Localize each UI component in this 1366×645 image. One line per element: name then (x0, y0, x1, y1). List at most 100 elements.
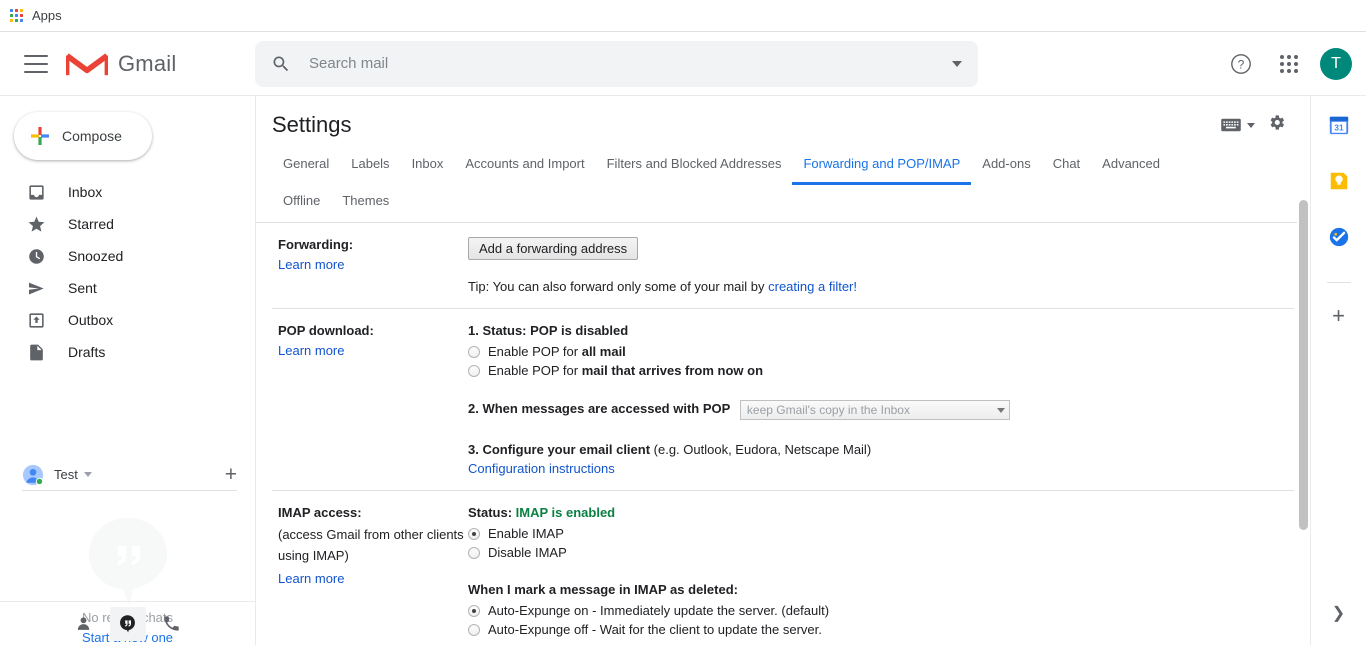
tab-chat[interactable]: Chat (1042, 148, 1091, 185)
sidebar-item-label: Starred (68, 216, 114, 232)
sidebar-item-inbox[interactable]: Inbox (0, 176, 255, 208)
divider (1326, 282, 1351, 283)
tab-offline[interactable]: Offline (272, 185, 331, 222)
sidebar-item-outbox[interactable]: Outbox (0, 304, 255, 336)
apps-label[interactable]: Apps (32, 8, 62, 23)
compose-button[interactable]: Compose (14, 112, 152, 160)
sidebar-item-snoozed[interactable]: Snoozed (0, 240, 255, 272)
send-icon (26, 278, 46, 298)
svg-text:31: 31 (1334, 124, 1344, 133)
disable-imap-option[interactable]: Disable IMAP (468, 545, 1294, 560)
pop-all-mail-option[interactable]: Enable POP for all mail (468, 344, 1294, 359)
pop-action-select[interactable]: keep Gmail's copy in the Inbox (739, 400, 1010, 420)
google-apps-grid-icon[interactable] (1272, 47, 1306, 81)
auto-expunge-off-option[interactable]: Auto-Expunge off - Wait for the client t… (468, 622, 1294, 637)
pop-step3: 3. Configure your email client (e.g. Out… (468, 442, 1294, 476)
help-question-icon[interactable]: ? (1224, 47, 1258, 81)
sidebar-item-drafts[interactable]: Drafts (0, 336, 255, 368)
avatar[interactable]: T (1320, 47, 1352, 80)
calendar-icon[interactable]: 31 (1328, 114, 1350, 136)
forwarding-tip-text: Tip: You can also forward only some of y… (468, 279, 769, 294)
add-forwarding-address-button[interactable]: Add a forwarding address (468, 237, 639, 260)
pop-learn-more-link[interactable]: Learn more (278, 343, 468, 358)
add-addon-plus-icon[interactable]: + (1332, 305, 1345, 327)
divider (22, 490, 237, 491)
browser-apps-bar: Apps (0, 0, 1366, 32)
avatar (22, 464, 44, 486)
forwarding-section: Forwarding: Learn more Add a forwarding … (272, 223, 1294, 309)
chevron-right-icon[interactable]: ❯ (1332, 603, 1345, 623)
tab-advanced[interactable]: Advanced (1091, 148, 1171, 185)
hangouts-icon[interactable] (109, 606, 146, 641)
pop-label-col: POP download: Learn more (272, 323, 468, 476)
chat-toolbar (0, 601, 255, 645)
keep-bulb-icon[interactable] (1328, 170, 1350, 192)
sidebar-item-label: Outbox (68, 312, 114, 328)
forwarding-label-col: Forwarding: Learn more (272, 237, 468, 294)
radio-button[interactable] (468, 623, 480, 636)
search-options-chevron-down-icon[interactable] (952, 60, 962, 67)
pop-status-line: 1. Status: POP is disabled (468, 323, 629, 338)
phone-icon[interactable] (154, 607, 190, 641)
disable-imap-label: Disable IMAP (488, 545, 567, 560)
radio-button[interactable] (468, 345, 480, 358)
radio-button[interactable] (468, 604, 480, 617)
sidebar-nav: Inbox Starred Snoozed Sent Outbox Drafts (0, 176, 255, 368)
gmail-logo[interactable]: Gmail (66, 48, 226, 80)
tasks-check-icon[interactable] (1328, 226, 1350, 248)
add-account-plus-icon[interactable]: + (225, 464, 237, 485)
header-actions: ? T (1224, 47, 1352, 81)
search-bar[interactable] (255, 40, 978, 87)
settings-header-tools (1220, 113, 1286, 137)
account-name: Test (54, 467, 78, 482)
enable-imap-label: Enable IMAP (488, 526, 564, 541)
tab-add-ons[interactable]: Add-ons (971, 148, 1041, 185)
sidebar-item-starred[interactable]: Starred (0, 208, 255, 240)
chevron-down-icon (996, 407, 1005, 413)
imap-deleted-heading: When I mark a message in IMAP as deleted… (468, 582, 738, 597)
settings-tabs: General Labels Inbox Accounts and Import… (256, 148, 1310, 223)
pop-label: POP download: (278, 323, 374, 338)
contacts-person-icon[interactable] (66, 607, 102, 641)
chevron-down-icon[interactable] (1247, 122, 1255, 128)
pop-step3-label: 3. Configure your email client (468, 442, 651, 457)
gmail-product-name: Gmail (118, 50, 177, 76)
creating-a-filter-link[interactable]: creating a filter! (768, 279, 857, 294)
radio-button[interactable] (468, 364, 480, 377)
sidebar-item-label: Snoozed (68, 248, 124, 264)
tab-inbox[interactable]: Inbox (401, 148, 455, 185)
search-input[interactable] (307, 54, 952, 73)
chevron-down-icon[interactable] (83, 472, 92, 477)
gear-icon[interactable] (1267, 113, 1286, 137)
enable-imap-option[interactable]: Enable IMAP (468, 526, 1294, 541)
imap-learn-more-link[interactable]: Learn more (278, 571, 468, 586)
tab-filters-and-blocked-addresses[interactable]: Filters and Blocked Addresses (596, 148, 793, 185)
sidebar-item-sent[interactable]: Sent (0, 272, 255, 304)
clock-icon (26, 246, 46, 266)
configuration-instructions-link[interactable]: Configuration instructions (468, 461, 1294, 476)
pop-from-now-on-option[interactable]: Enable POP for mail that arrives from no… (468, 363, 1294, 378)
app-body: Compose Inbox Starred Snoozed Sent Outbo… (0, 96, 1366, 645)
settings-header: Settings (256, 96, 1310, 148)
auto-expunge-on-option[interactable]: Auto-Expunge on - Immediately update the… (468, 603, 1294, 618)
keyboard-icon[interactable] (1220, 117, 1255, 133)
sidebar-item-label: Sent (68, 280, 97, 296)
imap-content: Status: IMAP is enabled Enable IMAP Disa… (468, 505, 1294, 641)
pop-from-now-on-label: Enable POP for mail that arrives from no… (488, 363, 764, 378)
tab-themes[interactable]: Themes (331, 185, 400, 222)
star-icon (26, 214, 46, 234)
tab-labels[interactable]: Labels (340, 148, 400, 185)
scrollbar-thumb[interactable] (1299, 200, 1308, 530)
imap-access-section: IMAP access: (access Gmail from other cl… (272, 491, 1294, 645)
radio-button[interactable] (468, 546, 480, 559)
addon-rail: 31 + ❯ (1310, 96, 1366, 645)
hamburger-menu-icon[interactable] (24, 54, 48, 73)
radio-button[interactable] (468, 527, 480, 540)
forwarding-learn-more-link[interactable]: Learn more (278, 257, 468, 272)
tab-general[interactable]: General (272, 148, 340, 185)
tab-accounts-and-import[interactable]: Accounts and Import (454, 148, 595, 185)
settings-content: Forwarding: Learn more Add a forwarding … (256, 223, 1310, 645)
account-row[interactable]: Test + (0, 458, 255, 490)
apps-grid-icon[interactable] (10, 9, 23, 22)
tab-forwarding-and-pop-imap[interactable]: Forwarding and POP/IMAP (792, 148, 972, 185)
